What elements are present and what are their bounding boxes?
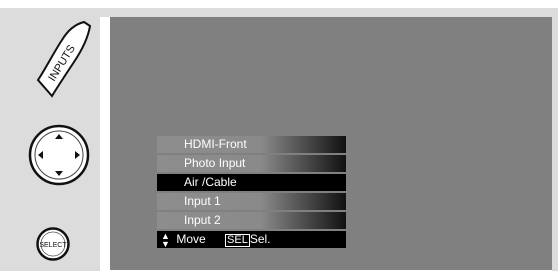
menu-item-label: Input 1 [184,194,221,208]
menu-item-label: Air /Cable [184,175,237,189]
footer-move-label: Move [176,232,206,246]
menu-footer: ▲ ▼ Move SEL Sel. [157,231,346,248]
input-menu: HDMI-Front Photo Input Air /Cable Input … [157,136,346,248]
select-button-label: SELECT [39,242,67,249]
menu-item-input-1[interactable]: Input 1 [157,193,346,210]
select-button[interactable]: SELECT [36,227,70,261]
navigation-dpad[interactable] [28,124,90,186]
screen-bezel-top [100,8,552,17]
footer-sel-label: Sel. [249,232,271,246]
inputs-button[interactable]: INPUTS [34,20,94,100]
menu-item-hdmi-front[interactable]: HDMI-Front [157,136,346,153]
menu-item-label: Input 2 [184,213,221,227]
menu-item-input-2[interactable]: Input 2 [157,212,346,229]
menu-item-air-cable[interactable]: Air /Cable [157,174,346,191]
sel-key-icon: SEL [225,234,250,247]
menu-item-photo-input[interactable]: Photo Input [157,155,346,172]
menu-item-label: Photo Input [184,156,246,170]
menu-item-label: HDMI-Front [184,137,247,151]
up-down-arrows-icon: ▲ ▼ [161,230,170,249]
screen-bezel-right [552,8,558,271]
